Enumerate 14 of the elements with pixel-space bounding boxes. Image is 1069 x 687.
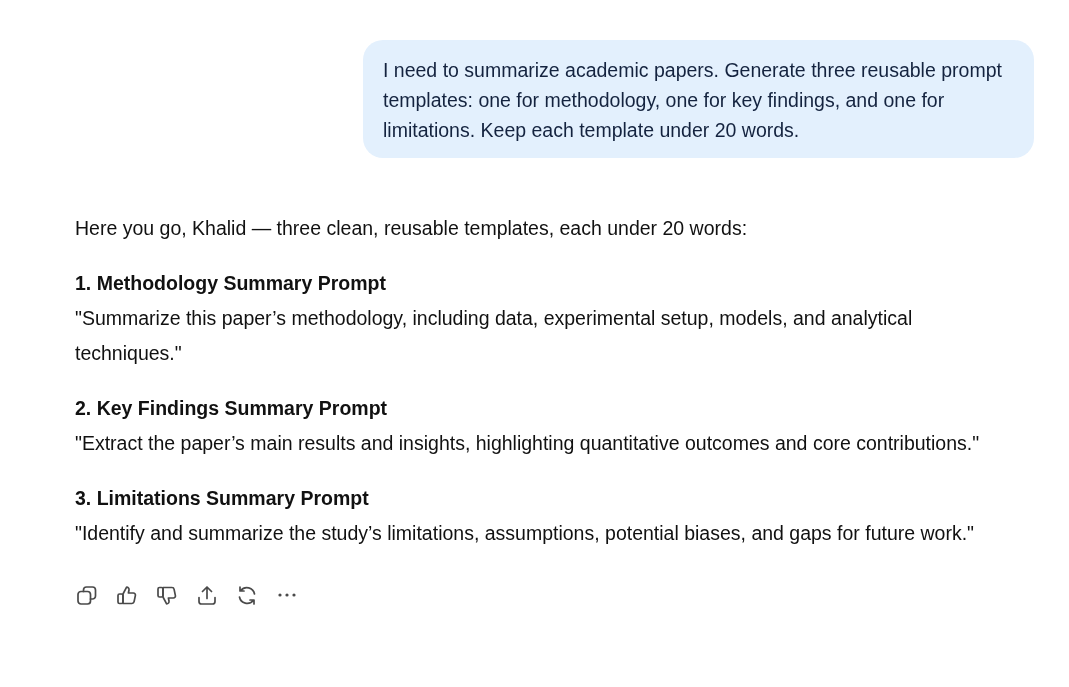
section-heading: 1. Methodology Summary Prompt xyxy=(75,271,387,296)
thumbs-up-icon xyxy=(117,585,137,605)
section-heading: 3. Limitations Summary Prompt xyxy=(75,486,370,511)
copy-icon xyxy=(77,585,97,605)
prompt-template-text: "Identify and summarize the study’s limitations, assumptions, potential biases, and gaps for future work." xyxy=(75,521,975,546)
thumbs-down-icon xyxy=(157,585,177,605)
more-icon xyxy=(278,593,296,597)
prompt-template-text: "Extract the paper’s main results and insights, highlighting quantitative outcomes and core contributions." xyxy=(75,431,981,456)
prompt-template-text: "Summarize this paper’s methodology, including data, experimental setup, models, and analytical techniques." xyxy=(75,306,914,366)
section-heading: 2. Key Findings Summary Prompt xyxy=(75,396,389,421)
refresh-icon xyxy=(237,585,257,605)
upload-icon xyxy=(197,585,217,605)
response-text: Here you go, Khalid — three clean, reusable templates, each under 20 words: xyxy=(75,216,749,241)
user-message: I need to summarize academic papers. Generate three reusable prompt templates: one for methodology, one for key findings, and one for limitations. Keep each template under 20 words. xyxy=(363,40,1034,158)
